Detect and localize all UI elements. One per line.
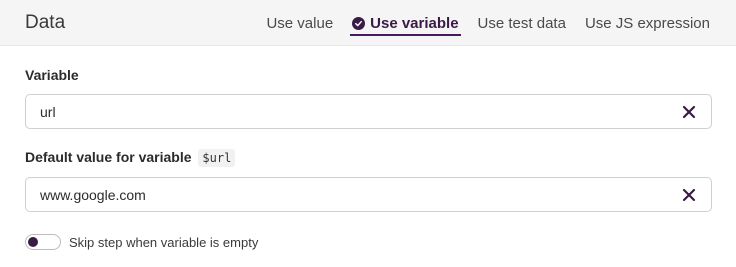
tab-label: Use value (266, 14, 334, 32)
tab-use-js-expression[interactable]: Use JS expression (583, 0, 712, 46)
tab-use-value[interactable]: Use value (264, 0, 335, 46)
default-value-input-box (25, 177, 712, 212)
default-value-label: Default value for variable $url (25, 149, 236, 167)
default-value-label-text: Default value for variable (25, 149, 192, 165)
default-value-input[interactable] (40, 178, 660, 211)
tab-label: Use variable (370, 14, 459, 32)
variable-input[interactable] (40, 95, 660, 128)
toggle-knob (28, 237, 38, 247)
variable-code-chip: $url (198, 149, 236, 167)
data-source-tabs: Use value Use variable Use test data Use… (249, 0, 712, 46)
skip-step-toggle[interactable] (25, 234, 61, 250)
variable-input-box (25, 94, 712, 129)
tab-label: Use test data (477, 14, 566, 32)
close-icon (682, 105, 696, 119)
check-circle-icon (352, 16, 366, 30)
section-header: Data Use value Use variable Use test dat… (0, 0, 736, 46)
tab-use-variable[interactable]: Use variable (350, 0, 461, 46)
section-title: Data (25, 12, 66, 33)
tab-label: Use JS expression (584, 14, 710, 32)
clear-variable-button[interactable] (681, 104, 697, 120)
variable-label: Variable (25, 67, 79, 83)
close-icon (682, 188, 696, 202)
skip-step-label: Skip step when variable is empty (69, 235, 259, 250)
tab-use-test-data[interactable]: Use test data (476, 0, 568, 46)
clear-default-value-button[interactable] (681, 187, 697, 203)
